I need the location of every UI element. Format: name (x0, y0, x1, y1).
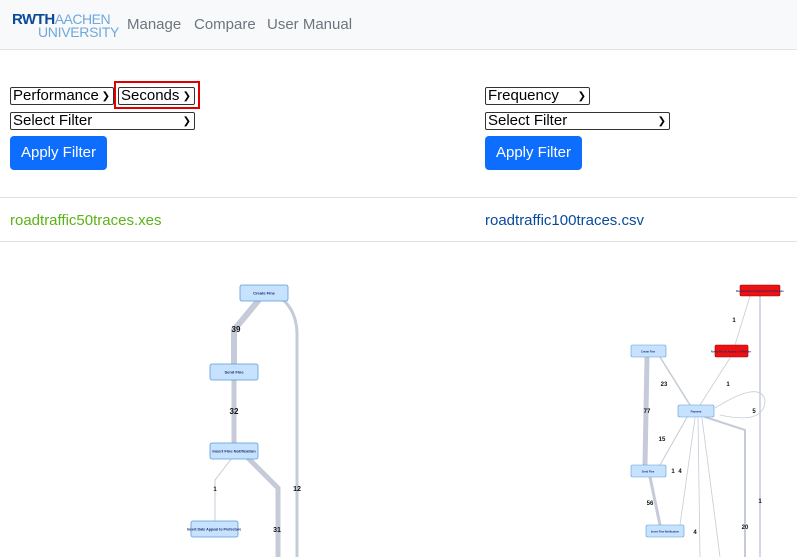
edge-label: 5 (752, 409, 756, 415)
right-apply-filter-button[interactable]: Apply Filter (485, 136, 582, 170)
edge-label: 1 (758, 499, 762, 505)
right-file-name[interactable]: roadtraffic100traces.csv (485, 212, 644, 229)
right-metric-select[interactable]: Frequency ❯ (485, 87, 590, 105)
edge-label: 56 (647, 501, 654, 507)
nav-user-manual[interactable]: User Manual (267, 16, 352, 33)
node-label: Receive Result Appeal from Prefecture (736, 289, 784, 293)
edge-label: 31 (273, 527, 281, 534)
left-metric-select[interactable]: Performance ❯ (10, 87, 114, 105)
node-label: Notify Result Appeal to Offender (711, 350, 751, 354)
node-label: Create Fine (641, 350, 656, 354)
chevron-down-icon: ❯ (101, 91, 110, 102)
left-apply-filter-button[interactable]: Apply Filter (10, 136, 107, 170)
node-label: Insert Fine Notification (212, 449, 256, 454)
node-label: Send Fine (224, 370, 244, 375)
chevron-down-icon: ❯ (577, 91, 586, 102)
edge-label: 12 (293, 486, 301, 493)
right-process-graph[interactable]: 1 23 1 5 77 15 1 4 56 1 4 20 Receive Res… (600, 242, 797, 557)
highlight-box (114, 81, 200, 109)
left-process-graph[interactable]: 39 32 1 12 31 Create Fine Send Fine Inse… (0, 242, 400, 557)
edge-label: 15 (659, 437, 666, 443)
left-filter-select[interactable]: Select Filter ❯ (10, 112, 195, 130)
node-label: Payment (691, 410, 702, 414)
logo-bottom: UNIVERSITY (38, 24, 120, 40)
chevron-down-icon: ❯ (182, 116, 191, 127)
edge-label: 1 (726, 382, 730, 388)
edge-label: 1 (213, 487, 217, 493)
edge-label: 4 (678, 469, 682, 475)
edge-label: 4 (693, 530, 697, 536)
edge-label: 77 (644, 409, 651, 415)
nav-compare[interactable]: Compare (194, 16, 256, 33)
edge-label: 1 (732, 318, 736, 324)
node-label: Insert Fine Notification (651, 530, 680, 534)
right-filter-select[interactable]: Select Filter ❯ (485, 112, 670, 130)
chevron-down-icon: ❯ (657, 116, 666, 127)
node-label: Send Fine (642, 470, 655, 474)
node-label: Create Fine (253, 291, 276, 296)
rwth-logo[interactable]: RWTHAACHEN UNIVERSITY (12, 12, 119, 40)
node-label: Insert Date Appeal to Prefecture (187, 528, 242, 532)
edge-label: 32 (230, 407, 239, 416)
navbar: RWTHAACHEN UNIVERSITY Manage Compare Use… (0, 0, 797, 50)
edge-label: 20 (742, 525, 749, 531)
divider (0, 197, 797, 198)
edge-label: 23 (661, 382, 668, 388)
left-file-name[interactable]: roadtraffic50traces.xes (10, 212, 161, 229)
edge-label: 1 (671, 469, 675, 475)
edge-label: 39 (232, 325, 241, 334)
nav-manage[interactable]: Manage (127, 16, 181, 33)
